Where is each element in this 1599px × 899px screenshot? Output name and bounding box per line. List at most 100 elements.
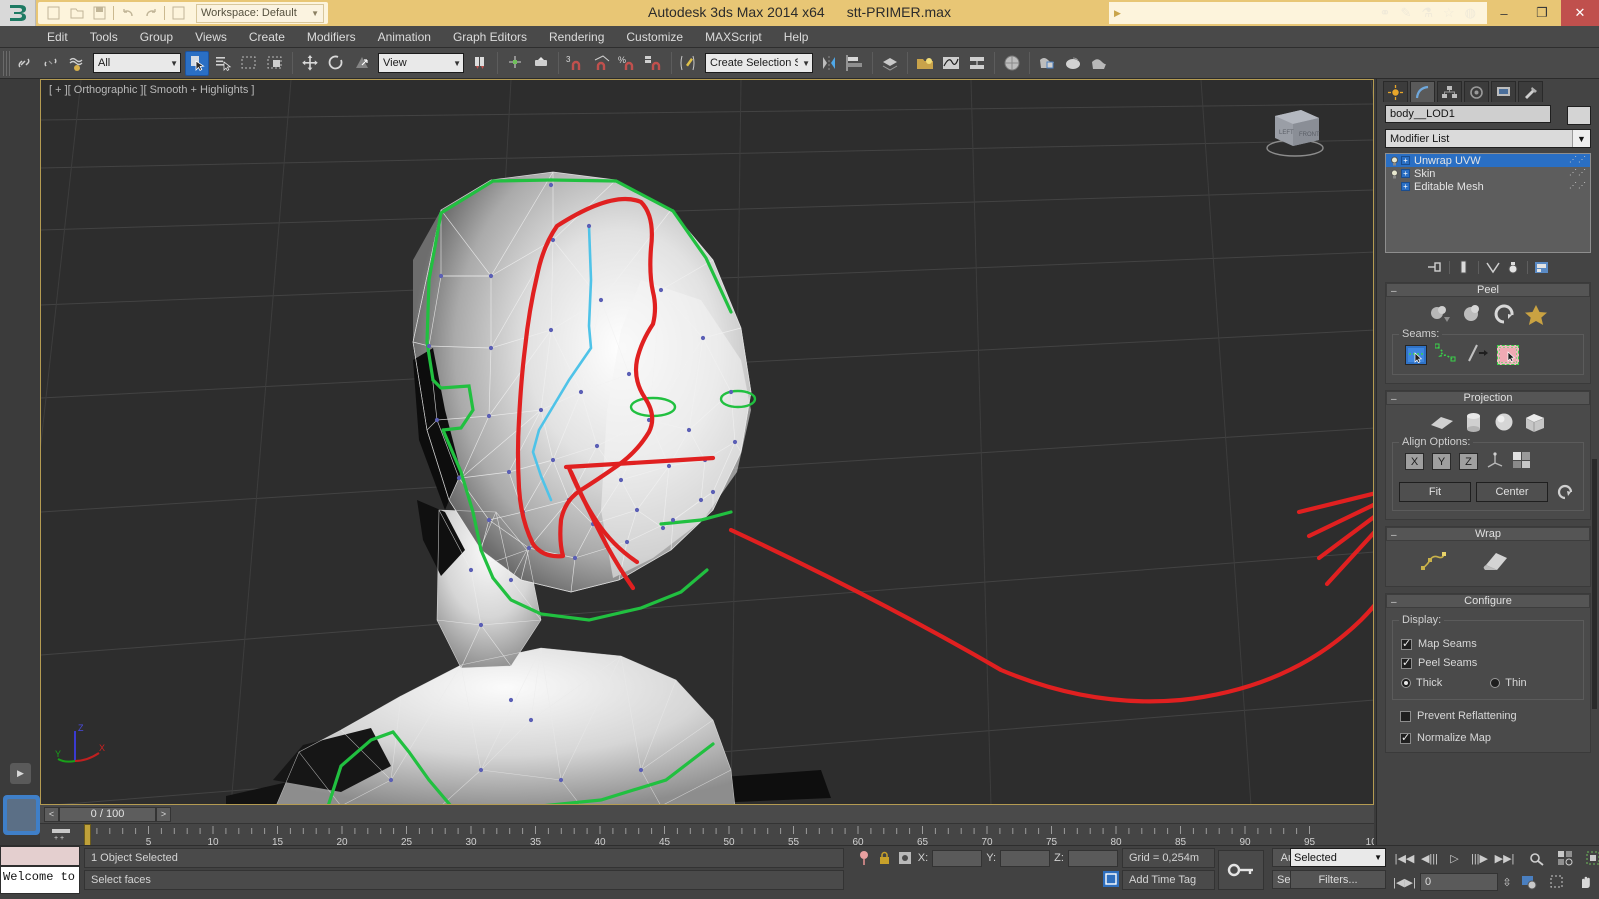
previous-frame-icon[interactable]: ◀||| <box>1417 848 1442 868</box>
exchange-icon[interactable]: ⚗ <box>1416 5 1438 21</box>
render-production-icon[interactable] <box>1035 51 1059 76</box>
expand-toolbar-button[interactable]: ▶ <box>10 763 31 784</box>
peel-seams-checkbox[interactable] <box>1401 656 1412 669</box>
point-to-point-seam-icon[interactable] <box>1434 343 1457 366</box>
cylindrical-map-icon[interactable] <box>1463 411 1485 436</box>
open-mini-curve-editor-button[interactable]: + + <box>44 826 78 844</box>
spinner-snap-icon[interactable] <box>642 51 666 76</box>
select-object-icon[interactable] <box>185 50 209 76</box>
next-frame-icon[interactable]: |||▶ <box>1467 848 1492 868</box>
reference-coordinate-combo[interactable]: View ▼ <box>378 53 464 73</box>
expand-icon[interactable]: + <box>1401 169 1410 178</box>
material-editor-icon[interactable] <box>1000 51 1024 76</box>
menu-item-maxscript[interactable]: MAXScript <box>694 28 773 46</box>
thin-radio[interactable] <box>1490 678 1501 688</box>
menu-item-edit[interactable]: Edit <box>36 28 79 46</box>
select-move-icon[interactable] <box>298 51 322 76</box>
set-project-icon[interactable] <box>168 3 189 23</box>
select-rotate-icon[interactable] <box>324 51 348 76</box>
fit-button[interactable]: Fit <box>1399 482 1471 502</box>
align-z-button[interactable]: Z <box>1459 453 1478 470</box>
show-end-result-icon[interactable] <box>1455 259 1473 275</box>
make-unique-icon[interactable] <box>1484 259 1502 275</box>
toolbar-grip[interactable] <box>3 50 10 76</box>
key-mode-toggle-icon[interactable]: |◀▶| <box>1392 872 1417 892</box>
z-field[interactable] <box>1067 849 1118 867</box>
frame-readout[interactable]: 0 / 100 <box>59 806 156 822</box>
time-tag-icon[interactable] <box>1102 870 1120 891</box>
rollout-projection-header[interactable]: – Projection <box>1386 391 1590 405</box>
spherical-map-icon[interactable] <box>1493 411 1515 436</box>
undo-icon[interactable] <box>117 3 138 23</box>
menu-item-create[interactable]: Create <box>238 28 296 46</box>
pelt-map-icon[interactable] <box>1460 303 1484 328</box>
select-link-icon[interactable] <box>13 51 37 76</box>
collapse-icon[interactable]: – <box>1391 597 1397 608</box>
menu-item-modifiers[interactable]: Modifiers <box>296 28 367 46</box>
map-seams-checkbox[interactable] <box>1401 637 1412 650</box>
menu-item-animation[interactable]: Animation <box>367 28 442 46</box>
modifier-stack[interactable]: + Unwrap UVW ⋰⋰ + Skin ⋰⋰ + Editable Mes… <box>1385 153 1591 253</box>
named-selection-set-combo[interactable]: Create Selection S ▼ <box>705 53 813 73</box>
align-icon[interactable] <box>843 51 867 76</box>
prevent-reflattening-checkbox[interactable] <box>1400 710 1411 722</box>
modifier-stack-row-editable-mesh[interactable]: + Editable Mesh ⋰⋰ <box>1386 180 1590 193</box>
expand-face-selection-to-seams-icon[interactable] <box>1497 344 1519 365</box>
subscription-icon[interactable]: ✎ <box>1395 5 1416 21</box>
utilities-tab[interactable] <box>1518 81 1543 102</box>
collapse-icon[interactable]: – <box>1391 394 1397 405</box>
absolute-mode-icon[interactable] <box>856 848 873 868</box>
light-bulb-icon[interactable] <box>1390 169 1399 179</box>
current-frame-field[interactable]: 0 <box>1420 873 1498 891</box>
layer-manager-icon[interactable] <box>878 51 902 76</box>
edge-sel-to-pelt-seams-icon[interactable] <box>1405 344 1427 365</box>
use-selection-center-icon[interactable] <box>503 51 527 76</box>
curve-editor-icon[interactable] <box>939 51 963 76</box>
pan-view-icon[interactable] <box>1572 872 1597 892</box>
selection-lock-icon[interactable] <box>877 848 894 868</box>
x-field[interactable] <box>932 849 983 867</box>
menu-item-help[interactable]: Help <box>773 28 820 46</box>
box-map-icon[interactable] <box>1523 411 1547 436</box>
use-pivot-center-icon[interactable] <box>468 51 492 76</box>
hierarchy-tab[interactable] <box>1437 81 1462 102</box>
go-to-end-icon[interactable]: ▶▶| <box>1492 848 1517 868</box>
zoom-all-icon[interactable] <box>1552 848 1577 868</box>
collapse-icon[interactable]: – <box>1391 530 1397 541</box>
snap-toggle-3d-icon[interactable]: 3 <box>564 51 588 76</box>
angle-snap-icon[interactable] <box>590 51 614 76</box>
maximize-button[interactable]: ❐ <box>1523 0 1561 26</box>
menu-item-graph-editors[interactable]: Graph Editors <box>442 28 538 46</box>
thick-radio[interactable] <box>1401 678 1411 688</box>
save-icon[interactable] <box>89 3 110 23</box>
modifier-stack-row-skin[interactable]: + Skin ⋰⋰ <box>1386 167 1590 180</box>
normalize-map-checkbox[interactable] <box>1400 731 1411 744</box>
rollout-peel-header[interactable]: – Peel <box>1386 283 1590 297</box>
bind-space-warp-icon[interactable] <box>65 51 89 76</box>
menu-item-customize[interactable]: Customize <box>615 28 694 46</box>
rollout-configure-header[interactable]: – Configure <box>1386 594 1590 608</box>
center-button[interactable]: Center <box>1476 482 1548 502</box>
maxscript-mini-listener[interactable]: Welcome to <box>0 866 80 894</box>
zoom-extents-icon[interactable] <box>1580 848 1599 868</box>
normalize-map-row[interactable]: Normalize Map <box>1392 731 1584 744</box>
unlink-icon[interactable] <box>39 51 63 76</box>
scrollbar-thumb[interactable] <box>1592 459 1597 709</box>
viewcube[interactable]: LEFT FRONT <box>1259 98 1331 163</box>
key-filters-button[interactable]: Filters... <box>1290 870 1386 889</box>
track-bar[interactable]: + + 5 10 15 20 25 30 35 40 45 50 55 60 6… <box>40 823 1374 846</box>
viewport-layout-tab[interactable] <box>3 795 40 835</box>
quick-access-toolbar[interactable]: Workspace: Default ▼ <box>38 2 328 24</box>
application-menu-button[interactable] <box>0 0 36 26</box>
align-y-button[interactable]: Y <box>1432 453 1451 470</box>
select-scale-icon[interactable] <box>350 51 374 76</box>
viewport-label[interactable]: [ + ][ Orthographic ][ Smooth + Highligh… <box>49 84 254 96</box>
rectangular-select-icon[interactable] <box>237 51 261 76</box>
spinner-icon[interactable]: ⇳ <box>1501 872 1513 892</box>
new-icon[interactable] <box>43 3 64 23</box>
set-key-mode-button[interactable] <box>1218 850 1264 890</box>
signin-icon[interactable]: ◍ <box>1460 5 1481 21</box>
modifier-list-dropdown[interactable]: Modifier List ▼ <box>1385 129 1591 148</box>
menu-item-views[interactable]: Views <box>184 28 238 46</box>
open-icon[interactable] <box>66 3 87 23</box>
